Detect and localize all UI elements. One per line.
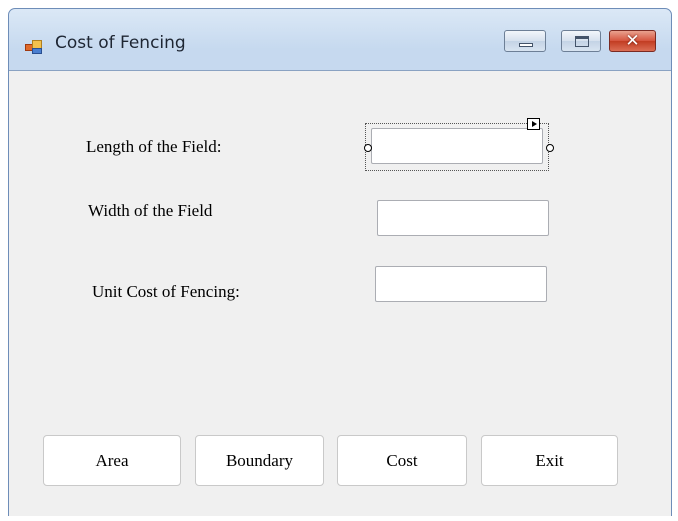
windows-form-icon [25,39,43,55]
minimize-icon [519,43,533,47]
maximize-button[interactable] [561,30,601,52]
area-button[interactable]: Area [43,435,181,486]
maximize-icon [575,36,589,47]
form-client-area: Length of the Field: Width of the Field … [9,70,671,516]
width-input[interactable] [377,200,549,236]
close-button[interactable]: ✕ [609,30,656,52]
length-input[interactable] [371,128,543,164]
unit-cost-input[interactable] [375,266,547,302]
length-label: Length of the Field: [86,137,222,156]
unit-cost-label: Unit Cost of Fencing: [92,282,240,301]
close-icon: ✕ [625,31,640,51]
title-bar[interactable]: Cost of Fencing ✕ [9,9,671,69]
right-resize-grip[interactable] [546,144,554,152]
minimize-button[interactable] [504,30,546,52]
left-resize-grip[interactable] [364,144,372,152]
cost-button[interactable]: Cost [337,435,467,486]
window-title: Cost of Fencing [55,33,186,53]
form-window: Cost of Fencing ✕ Length of the Field: W… [8,8,672,516]
smart-tag-arrow-icon[interactable] [527,118,540,130]
boundary-button[interactable]: Boundary [195,435,324,486]
exit-button[interactable]: Exit [481,435,618,486]
width-label: Width of the Field [88,201,213,220]
